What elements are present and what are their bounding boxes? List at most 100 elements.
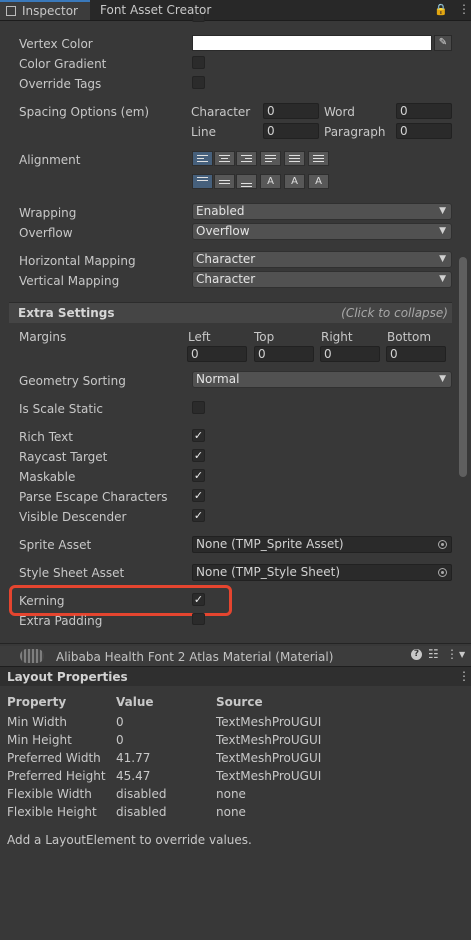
- word-spacing-input[interactable]: 0: [396, 103, 452, 119]
- property-value: 41.77: [116, 751, 151, 765]
- column-header-value: Value: [116, 695, 154, 709]
- style-sheet-asset-label: Style Sheet Asset: [19, 566, 125, 580]
- align-flush-button[interactable]: [284, 151, 305, 166]
- align-baseline-button[interactable]: A: [260, 174, 281, 189]
- align-center-button[interactable]: [214, 151, 235, 166]
- vertex-color-swatch[interactable]: [192, 35, 432, 51]
- align-geometry-center-button[interactable]: [308, 151, 329, 166]
- wrapping-label: Wrapping: [19, 206, 77, 220]
- align-top-button[interactable]: [192, 174, 213, 189]
- property-source: TextMeshProUGUI: [216, 733, 322, 747]
- extra-padding-checkbox[interactable]: [192, 613, 205, 625]
- column-header-source: Source: [216, 695, 263, 709]
- property-source: TextMeshProUGUI: [216, 715, 322, 729]
- align-bottom-button[interactable]: [236, 174, 257, 189]
- geometry-sorting-dropdown[interactable]: Normal ▼: [192, 371, 452, 388]
- color-gradient-label: Color Gradient: [19, 57, 107, 71]
- more-options-icon[interactable]: ⋮: [458, 669, 470, 683]
- auto-size-checkbox-partial[interactable]: [192, 14, 205, 22]
- align-middle-button[interactable]: [214, 174, 235, 189]
- help-icon[interactable]: ?: [411, 649, 422, 660]
- visible-descender-label: Visible Descender: [19, 510, 127, 524]
- maskable-checkbox[interactable]: ✓: [192, 469, 205, 482]
- margin-left-input[interactable]: 0: [187, 346, 247, 362]
- chevron-down-icon: ▼: [439, 274, 446, 284]
- wrapping-dropdown[interactable]: Enabled ▼: [192, 203, 452, 220]
- spacing-options-label: Spacing Options (em): [19, 105, 150, 119]
- vertical-mapping-dropdown[interactable]: Character ▼: [192, 271, 452, 288]
- override-tags-checkbox[interactable]: [192, 76, 205, 89]
- property-source: TextMeshProUGUI: [216, 751, 322, 765]
- layout-properties-title: Layout Properties: [7, 670, 128, 684]
- margin-top-input[interactable]: 0: [254, 346, 314, 362]
- margins-label: Margins: [19, 330, 67, 344]
- vertical-mapping-label: Vertical Mapping: [19, 274, 120, 288]
- character-spacing-label: Character: [191, 105, 251, 119]
- align-justified-button[interactable]: [260, 151, 281, 166]
- eyedropper-icon[interactable]: ✎: [434, 35, 452, 51]
- raycast-target-label: Raycast Target: [19, 450, 108, 464]
- wrapping-value: Enabled: [196, 204, 245, 218]
- material-header[interactable]: Alibaba Health Font 2 Atlas Material (Ma…: [0, 646, 471, 666]
- chevron-down-icon: ▼: [439, 226, 446, 236]
- margin-top-label: Top: [254, 330, 275, 344]
- align-left-button[interactable]: [192, 151, 213, 166]
- material-title: Alibaba Health Font 2 Atlas Material (Ma…: [56, 650, 334, 664]
- property-source: none: [216, 805, 246, 819]
- line-spacing-input[interactable]: 0: [263, 123, 319, 139]
- override-tags-label: Override Tags: [19, 77, 102, 91]
- color-gradient-checkbox[interactable]: [192, 56, 205, 69]
- overflow-dropdown[interactable]: Overflow ▼: [192, 223, 452, 240]
- maskable-label: Maskable: [19, 470, 76, 484]
- align-midline-button[interactable]: A: [284, 174, 305, 189]
- preset-icon[interactable]: ☷: [428, 647, 439, 661]
- property-value: 0: [116, 715, 124, 729]
- tab-inspector-label: Inspector: [22, 4, 78, 18]
- more-options-icon[interactable]: ⋮: [446, 647, 458, 661]
- geometry-sorting-label: Geometry Sorting: [19, 374, 126, 388]
- chevron-down-icon: ▼: [439, 374, 446, 384]
- object-picker-icon[interactable]: [438, 540, 447, 549]
- object-picker-icon[interactable]: [438, 568, 447, 577]
- is-scale-static-checkbox[interactable]: [192, 401, 205, 414]
- tab-inspector[interactable]: Inspector: [0, 0, 90, 20]
- collapse-hint: (Click to collapse): [341, 306, 448, 320]
- style-sheet-asset-field[interactable]: None (TMP_Style Sheet): [192, 564, 452, 581]
- kerning-checkbox[interactable]: ✓: [192, 593, 205, 606]
- property-name: Min Width: [7, 715, 67, 729]
- horizontal-mapping-dropdown[interactable]: Character ▼: [192, 251, 452, 268]
- paragraph-spacing-input[interactable]: 0: [396, 123, 452, 139]
- raycast-target-checkbox[interactable]: ✓: [192, 449, 205, 462]
- extra-settings-header[interactable]: Extra Settings (Click to collapse): [9, 302, 452, 323]
- overflow-value: Overflow: [196, 224, 250, 238]
- character-spacing-input[interactable]: 0: [263, 103, 319, 119]
- align-capline-button[interactable]: A: [308, 174, 329, 189]
- style-sheet-asset-value: None (TMP_Style Sheet): [196, 565, 341, 579]
- parse-escape-checkbox[interactable]: ✓: [192, 489, 205, 502]
- chevron-down-icon: ▼: [439, 206, 446, 216]
- sprite-asset-field[interactable]: None (TMP_Sprite Asset): [192, 536, 452, 553]
- visible-descender-checkbox[interactable]: ✓: [192, 509, 205, 522]
- extra-padding-label: Extra Padding: [19, 614, 103, 628]
- lock-icon[interactable]: 🔒: [434, 3, 448, 16]
- rich-text-label: Rich Text: [19, 430, 73, 444]
- property-name: Preferred Width: [7, 751, 101, 765]
- margin-right-input[interactable]: 0: [320, 346, 380, 362]
- geometry-sorting-value: Normal: [196, 372, 240, 386]
- tab-bar: Inspector Font Asset Creator 🔒 ⋮: [0, 0, 471, 21]
- rich-text-checkbox[interactable]: ✓: [192, 429, 205, 442]
- inspector-icon: [6, 6, 16, 16]
- inspector-scrollbar[interactable]: [459, 257, 467, 477]
- column-header-property: Property: [7, 695, 67, 709]
- is-scale-static-label: Is Scale Static: [19, 402, 104, 416]
- property-name: Preferred Height: [7, 769, 106, 783]
- scroll-down-arrow-icon[interactable]: ▼: [459, 650, 465, 659]
- more-options-icon[interactable]: ⋮: [458, 2, 470, 16]
- align-right-button[interactable]: [236, 151, 257, 166]
- chevron-down-icon: ▼: [439, 254, 446, 264]
- line-spacing-label: Line: [191, 125, 217, 139]
- margin-bottom-label: Bottom: [387, 330, 432, 344]
- margin-bottom-input[interactable]: 0: [386, 346, 446, 362]
- layout-element-hint: Add a LayoutElement to override values.: [7, 833, 252, 847]
- overflow-label: Overflow: [19, 226, 73, 240]
